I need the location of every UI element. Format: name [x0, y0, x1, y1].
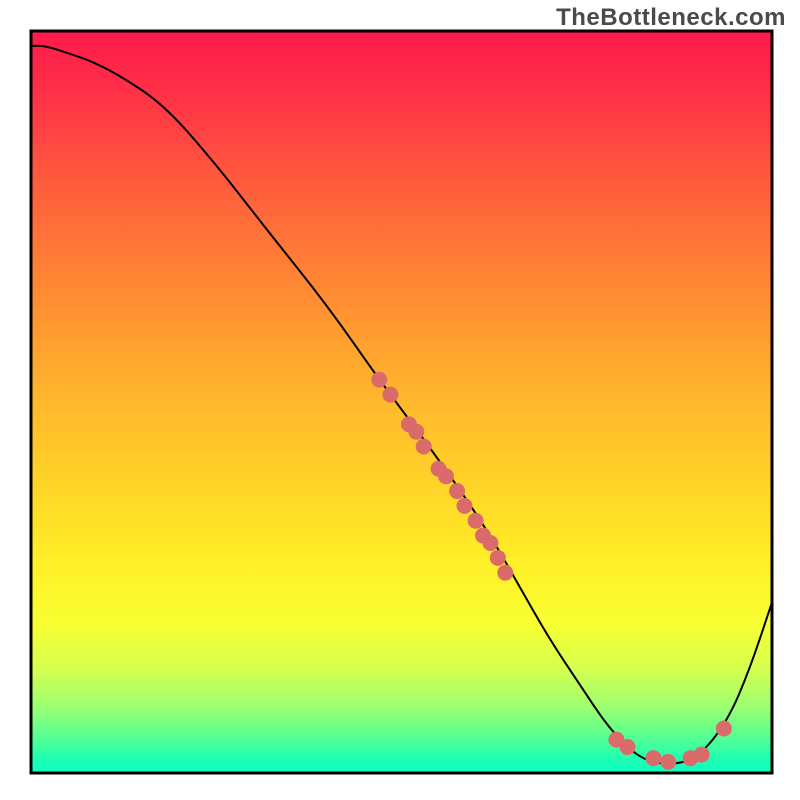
chart-background	[31, 31, 772, 773]
scatter-point	[694, 746, 710, 762]
scatter-point	[371, 372, 387, 388]
scatter-point	[620, 739, 636, 755]
scatter-point	[716, 720, 732, 736]
scatter-point	[645, 750, 661, 766]
scatter-point	[660, 754, 676, 770]
scatter-point	[382, 387, 398, 403]
scatter-point	[408, 424, 424, 440]
scatter-point	[482, 535, 498, 551]
scatter-point	[490, 550, 506, 566]
scatter-point	[449, 483, 465, 499]
scatter-point	[456, 498, 472, 514]
scatter-point	[438, 468, 454, 484]
scatter-point	[497, 565, 513, 581]
scatter-point	[416, 439, 432, 455]
scatter-point	[468, 513, 484, 529]
chart-root: TheBottleneck.com	[0, 0, 800, 800]
chart-svg	[0, 0, 800, 800]
watermark-text: TheBottleneck.com	[556, 4, 786, 32]
